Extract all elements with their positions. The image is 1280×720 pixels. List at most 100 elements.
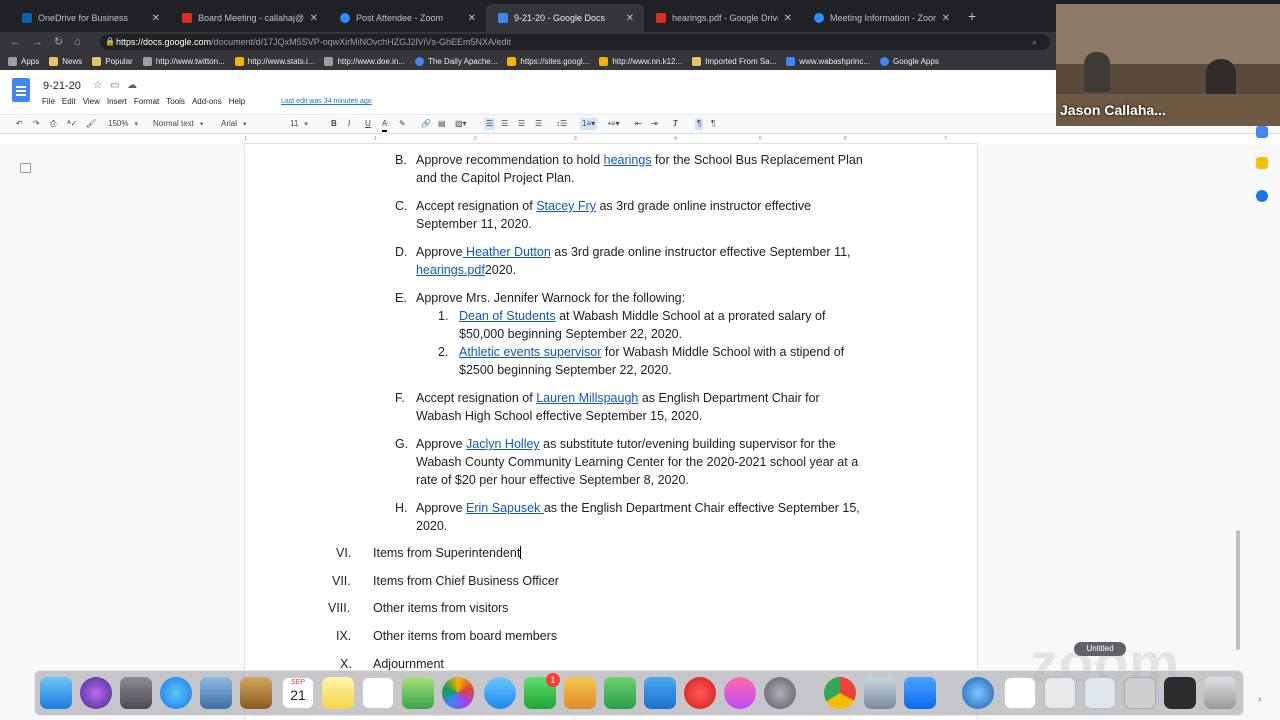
underline-button[interactable]: U <box>365 118 371 130</box>
bookmark-news[interactable]: News <box>49 56 82 66</box>
close-icon[interactable]: ✕ <box>152 13 160 24</box>
music-icon[interactable] <box>724 677 756 709</box>
print-icon[interactable]: ⎙ <box>50 118 56 130</box>
tab-meeting-info[interactable]: Meeting Information - Zoom ✕ <box>802 4 960 32</box>
pdf-document-icon[interactable] <box>1004 677 1036 709</box>
cloud-status-icon[interactable]: ☁ <box>127 80 137 91</box>
keynote-icon[interactable] <box>644 677 676 709</box>
lauren-millspaugh-link[interactable]: Lauren Millspaugh <box>536 391 638 405</box>
new-tab-button[interactable]: + <box>968 8 976 24</box>
bold-button[interactable]: B <box>331 118 337 130</box>
spreadsheet-thumbnail-icon[interactable] <box>1044 677 1076 709</box>
item-b-line1[interactable]: Approve recommendation to hold hearings … <box>416 152 863 168</box>
clear-formatting-icon[interactable]: Ⱦ <box>673 118 678 130</box>
section-viii[interactable]: Other items from visitors <box>373 600 508 616</box>
tasks-icon[interactable] <box>1256 190 1268 202</box>
home-icon[interactable]: ⌂ <box>74 35 81 49</box>
decrease-indent-icon[interactable]: ⇤ <box>635 118 642 130</box>
document-page[interactable] <box>244 145 978 720</box>
close-icon[interactable]: ✕ <box>468 13 476 24</box>
terminal-thumbnail-icon[interactable] <box>1164 677 1196 709</box>
item-e2-line1[interactable]: Athletic events supervisor for Wabash Mi… <box>459 344 844 360</box>
item-d-line2[interactable]: hearings.pdf2020. <box>416 262 516 278</box>
document-outline-icon[interactable] <box>20 163 31 173</box>
item-h-line2[interactable]: 2020. <box>416 518 447 534</box>
bookmark-nn-k12[interactable]: http://www.nn.k12... <box>599 56 682 66</box>
align-left-icon[interactable]: ☰ <box>484 118 496 130</box>
close-icon[interactable]: ✕ <box>626 13 634 24</box>
search-icon[interactable]: ⌕ <box>1032 35 1037 49</box>
close-icon[interactable]: ✕ <box>784 13 792 24</box>
item-g-line2[interactable]: Wabash County Community Learning Center … <box>416 454 858 470</box>
item-d-line1[interactable]: Approve Heather Dutton as 3rd grade onli… <box>416 244 851 260</box>
comment-icon[interactable]: ▤ <box>438 118 446 130</box>
system-preferences-icon[interactable] <box>764 677 796 709</box>
text-color-button[interactable]: A <box>382 118 388 132</box>
notes-icon[interactable] <box>322 677 354 709</box>
link-icon[interactable]: 🔗 <box>421 118 431 130</box>
zoom-window-label[interactable]: Untitled <box>1074 642 1126 656</box>
item-f-line2[interactable]: Wabash High School effective September 1… <box>416 408 702 424</box>
chrome-icon[interactable] <box>824 677 856 709</box>
hearings-link[interactable]: hearings <box>604 153 652 167</box>
bookmark-stats[interactable]: http://www.stats.i... <box>234 56 314 66</box>
bookmark-wabash[interactable]: www.wabashprinc... <box>786 56 870 66</box>
docs-logo-icon[interactable] <box>12 78 30 102</box>
horizontal-ruler[interactable]: 1 1 2 3 4 5 6 7 <box>244 136 978 144</box>
address-bar[interactable]: 🔒 https://docs.google.com/document/d/17J… <box>100 34 1050 50</box>
window-thumbnail-icon[interactable] <box>1084 677 1116 709</box>
zoom-video-tile[interactable]: Jason Callaha... <box>1056 4 1280 126</box>
align-right-icon[interactable]: ☰ <box>518 118 525 130</box>
finder-icon[interactable] <box>40 677 72 709</box>
menu-file[interactable]: File <box>42 97 55 106</box>
item-g-line1[interactable]: Approve Jaclyn Holley as substitute tuto… <box>416 436 836 452</box>
item-f-line1[interactable]: Accept resignation of Lauren Millspaugh … <box>416 390 820 406</box>
line-spacing-icon[interactable]: ↕☰ <box>556 118 567 130</box>
numbers-icon[interactable] <box>604 677 636 709</box>
align-center-icon[interactable]: ☰ <box>501 118 508 130</box>
hearings-pdf-link[interactable]: hearings.pdf <box>416 263 485 277</box>
item-h-line1[interactable]: Approve Erin Sapusek as the English Depa… <box>416 500 860 516</box>
star-icon[interactable]: ☆ <box>93 80 102 91</box>
network-icon[interactable] <box>962 677 994 709</box>
spellcheck-icon[interactable]: ᴬ✓ <box>67 118 77 130</box>
forward-icon[interactable]: → <box>32 35 43 49</box>
italic-button[interactable]: I <box>348 118 350 130</box>
photos-icon[interactable] <box>442 677 474 709</box>
menu-view[interactable]: View <box>83 97 100 106</box>
menu-insert[interactable]: Insert <box>107 97 127 106</box>
zoom-app-icon[interactable] <box>904 677 936 709</box>
safari-icon[interactable] <box>160 677 192 709</box>
bookmark-apps[interactable]: Apps <box>8 56 39 66</box>
last-edit-link[interactable]: Last edit was 34 minutes ago <box>281 98 372 105</box>
screenshot-thumbnail-icon[interactable] <box>1124 677 1156 709</box>
style-select[interactable]: Normal text <box>153 118 209 131</box>
item-b-line2[interactable]: and the Capitol Project Plan. <box>416 170 574 186</box>
menu-format[interactable]: Format <box>134 97 159 106</box>
dean-of-students-link[interactable]: Dean of Students <box>459 309 556 323</box>
news-app-icon[interactable] <box>684 677 716 709</box>
menu-addons[interactable]: Add-ons <box>192 97 222 106</box>
image-capture-icon[interactable] <box>864 677 896 709</box>
numbered-list-icon[interactable]: 1≡▾ <box>580 118 598 130</box>
bookmark-google-apps[interactable]: Google Apps <box>880 56 939 66</box>
item-e2-line2[interactable]: $2500 beginning September 22, 2020. <box>459 362 672 378</box>
bookmark-doe[interactable]: http://www.doe.in... <box>324 56 405 66</box>
font-select[interactable]: Arial <box>221 118 275 131</box>
heather-dutton-link[interactable]: Heather Dutton <box>463 245 551 259</box>
bookmark-imported[interactable]: Imported From Sa... <box>692 56 776 66</box>
preview-icon[interactable] <box>200 677 232 709</box>
messages-icon[interactable] <box>484 677 516 709</box>
undo-icon[interactable]: ↶ <box>16 118 23 130</box>
pages-icon[interactable] <box>564 677 596 709</box>
bookmark-popular[interactable]: Popular <box>92 56 133 66</box>
tab-hearings-pdf[interactable]: hearings.pdf - Google Drive ✕ <box>644 4 802 32</box>
bookmark-daily-apache[interactable]: The Daily Apache... <box>415 56 497 66</box>
close-icon[interactable]: ✕ <box>310 13 318 24</box>
document-title[interactable]: 9-21-20 <box>43 80 81 92</box>
menu-help[interactable]: Help <box>229 97 245 106</box>
section-vi[interactable]: Items from Superintendent <box>373 545 522 561</box>
launchpad-icon[interactable] <box>120 677 152 709</box>
close-icon[interactable]: ✕ <box>942 13 950 24</box>
bookmark-twitton[interactable]: http://www.twitton... <box>142 56 225 66</box>
